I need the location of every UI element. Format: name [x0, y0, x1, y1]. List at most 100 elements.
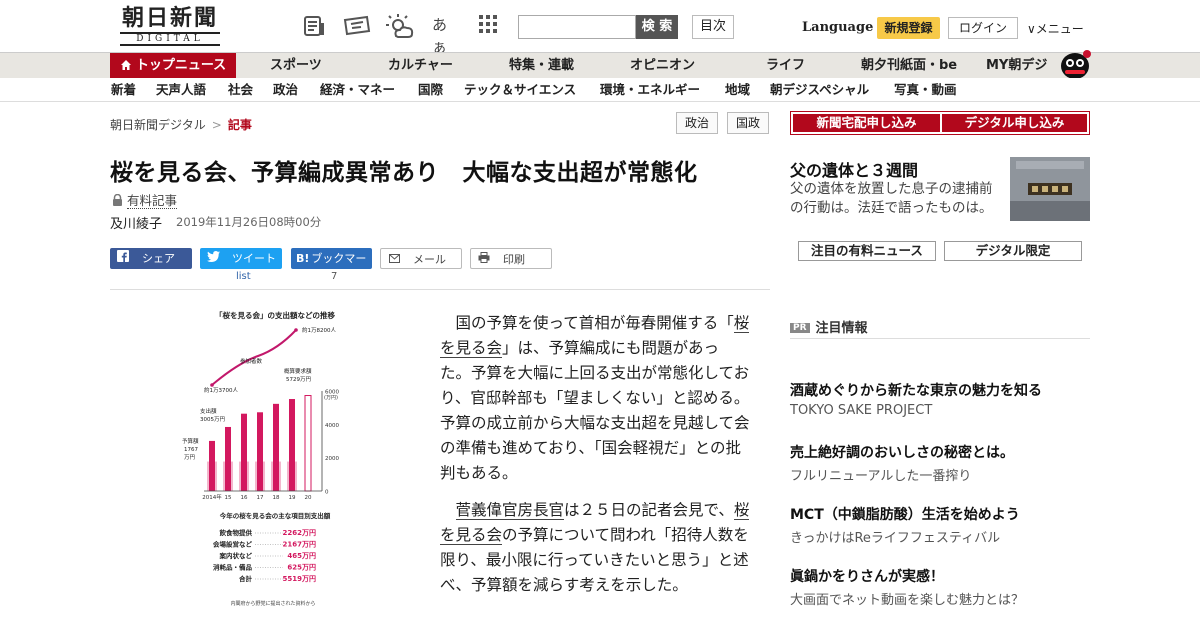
y-axis-unit: (万円) — [324, 395, 338, 401]
pr-item-subtitle[interactable]: きっかけはReライフフェスティバル — [790, 527, 1000, 546]
tag-politics[interactable]: 政治 — [676, 112, 718, 134]
pr-item-subtitle[interactable]: 大画面でネット動画を楽しむ魅力とは？ — [790, 589, 1024, 608]
subnav-society[interactable]: 社会 — [228, 78, 253, 102]
annotation-participants-start: 約1万3700人 — [204, 386, 238, 394]
print-button[interactable]: 印刷 — [470, 248, 552, 269]
subnav-region[interactable]: 地域 — [725, 78, 750, 102]
subnav-tenseijingo[interactable]: 天声人語 — [156, 78, 206, 102]
mail-button[interactable]: メール — [380, 248, 462, 269]
subnav-international[interactable]: 国際 — [418, 78, 443, 102]
pr-item-subtitle[interactable]: TOKYO SAKE PROJECT — [790, 403, 932, 418]
spend-bar — [257, 412, 263, 491]
x-tick-label: 17 — [257, 495, 264, 501]
nav-top-news[interactable]: トップニュース — [110, 53, 236, 79]
featured-thumbnail[interactable] — [1010, 157, 1090, 221]
publish-date: 2019年11月26日08時00分 — [176, 215, 322, 229]
paid-news-button[interactable]: 注目の有料ニュース — [798, 241, 936, 261]
article-body: 国の予算を使って首相が毎春開催する「桜を見る会」は、予算編成にも問題があった。予… — [440, 311, 750, 610]
paragraph-text: は２５日の記者会見で、 — [564, 501, 734, 519]
pr-item-title[interactable]: 眞鍋かをりさんが実感！ — [790, 566, 944, 586]
table-item: 消耗品・備品 — [213, 563, 253, 572]
nav-features[interactable]: 特集・連載 — [509, 53, 574, 79]
breadcrumb-home[interactable]: 朝日新聞デジタル — [110, 118, 206, 132]
tweet-label: ツイート — [232, 252, 276, 265]
login-button[interactable]: ログイン — [948, 17, 1018, 39]
divider — [110, 289, 770, 290]
subnav-tech[interactable]: テック＆サイエンス — [464, 78, 576, 102]
hatena-bookmark-button[interactable]: B! ブックマーク — [291, 248, 372, 286]
nav-life[interactable]: ライフ — [766, 53, 805, 79]
table-value: 625万円 — [287, 564, 316, 572]
nav-newspaper[interactable]: 朝夕刊紙面・be — [861, 53, 957, 79]
spend-bar — [209, 440, 215, 491]
table-item: 飲食物提供 — [219, 528, 253, 537]
menu-button[interactable]: ∨メニュー — [1027, 20, 1084, 37]
subscribe-box: 新聞宅配申し込み デジタル申し込み — [790, 111, 1090, 135]
newspaper-delivery-button[interactable]: 新聞宅配申し込み — [793, 114, 940, 132]
search-button[interactable]: 検 索 — [636, 15, 678, 39]
language-link[interactable]: Language — [802, 20, 873, 35]
table-item: 会場設営など — [213, 540, 253, 549]
nav-sports[interactable]: スポーツ — [270, 53, 322, 79]
nav-culture[interactable]: カルチャー — [388, 53, 453, 79]
index-button[interactable]: 目次 — [692, 15, 734, 39]
table-value: 2167万円 — [283, 541, 316, 549]
ticket-icon[interactable] — [343, 14, 371, 38]
featured-description[interactable]: 父の遺体を放置した息子の逮捕前の行動は。法廷で語ったものは。 — [790, 180, 1002, 218]
mascot-icon[interactable] — [1058, 44, 1092, 80]
y-tick-label: 2000 — [325, 456, 339, 462]
facebook-icon — [114, 248, 132, 269]
search-input[interactable] — [518, 15, 636, 39]
logo-subtext: DIGITAL — [120, 32, 220, 46]
tag-national[interactable]: 国政 — [727, 112, 769, 134]
y-tick-label: 4000 — [325, 423, 339, 429]
suga-link[interactable]: 菅義偉官房長官 — [455, 501, 565, 520]
x-tick-label: 15 — [225, 495, 232, 501]
pr-item-title[interactable]: 酒蔵めぐりから新たな東京の魅力を知る — [790, 380, 1042, 400]
nav-opinion[interactable]: オピニオン — [630, 53, 695, 79]
subnav-special[interactable]: 朝デジスペシャル — [770, 78, 869, 102]
annotation-budget: 予算額 — [182, 437, 199, 445]
table-value: 465万円 — [287, 552, 316, 560]
subnav-new[interactable]: 新着 — [111, 78, 136, 102]
subnav-photo[interactable]: 写真・動画 — [894, 78, 957, 102]
x-tick-label: 16 — [241, 495, 248, 501]
pr-item-title[interactable]: MCT（中鎖脂肪酸）生活を始めよう — [790, 504, 1020, 524]
weather-icon[interactable] — [386, 14, 414, 38]
spend-bar — [304, 395, 312, 492]
breadcrumb-current: 記事 — [227, 118, 252, 132]
grid-menu-icon[interactable] — [478, 14, 502, 38]
twitter-share-button[interactable]: ツイート — [200, 248, 282, 269]
participants-start-point — [210, 383, 214, 387]
spend-bar — [241, 413, 247, 491]
featured-title[interactable]: 父の遺体と３週間 — [790, 157, 918, 181]
nav-my-asahi[interactable]: MY朝デジ — [986, 53, 1047, 79]
spend-bar — [225, 426, 231, 491]
print-label: 印刷 — [503, 253, 525, 266]
subnav-environment[interactable]: 環境・エネルギー — [600, 78, 700, 102]
spend-bar — [273, 403, 279, 491]
site-logo[interactable]: 朝日新聞 DIGITAL — [112, 6, 228, 46]
x-tick-label: 20 — [305, 495, 312, 501]
subnav-economy[interactable]: 経済・マネー — [320, 78, 395, 102]
digital-subscribe-button[interactable]: デジタル申し込み — [942, 114, 1087, 132]
divider — [790, 338, 1090, 339]
font-size-icon[interactable]: あぁ — [432, 14, 460, 56]
mail-icon — [385, 249, 403, 270]
facebook-share-button[interactable]: シェア — [110, 248, 192, 269]
pr-heading: PR 注目情報 — [790, 317, 868, 336]
signup-button[interactable]: 新規登録 — [877, 17, 940, 39]
pr-item-subtitle[interactable]: フルリニューアルした一番搾り — [790, 465, 971, 484]
annotation-budget-value: 1767 — [184, 447, 198, 453]
twitter-count[interactable]: list — [236, 271, 251, 282]
table-item: 案内状など — [220, 551, 253, 560]
pr-item-title[interactable]: 売上絶好調のおいしさの秘密とは。 — [790, 442, 1014, 462]
newspaper-icon[interactable] — [302, 14, 326, 38]
digital-only-button[interactable]: デジタル限定 — [944, 241, 1082, 261]
table-value: 2262万円 — [283, 529, 316, 537]
printer-icon — [475, 249, 493, 270]
subnav-politics[interactable]: 政治 — [273, 78, 298, 102]
annotation-participants: 参加者数 — [240, 357, 263, 365]
twitter-icon — [204, 248, 222, 269]
paid-label[interactable]: 有料記事 — [127, 193, 178, 209]
